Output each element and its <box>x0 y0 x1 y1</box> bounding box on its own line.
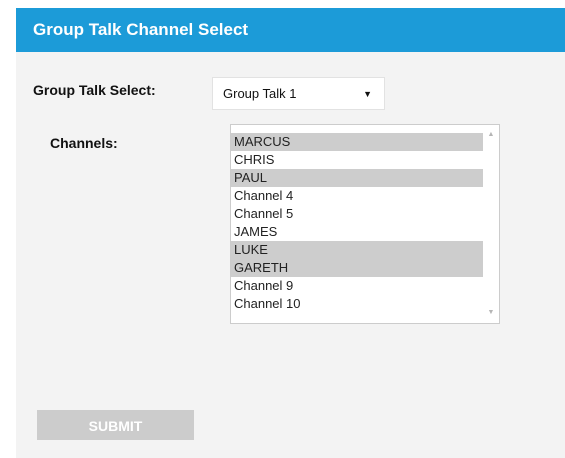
channel-option[interactable]: Channel 9 <box>231 277 484 295</box>
channel-option[interactable]: LUKE <box>231 241 484 259</box>
channel-option[interactable]: CHRIS <box>231 151 484 169</box>
scroll-up-arrow-icon[interactable]: ▲ <box>483 127 499 143</box>
channels-scrollbar[interactable]: ▲ ▼ <box>483 125 499 323</box>
group-talk-select-value: Group Talk 1 <box>223 86 297 101</box>
channel-option[interactable]: JAMES <box>231 223 484 241</box>
channels-list: MARCUS CHRIS PAUL Channel 4 Channel 5 JAMES LU… <box>231 133 484 313</box>
channel-option[interactable]: GARETH <box>231 259 484 277</box>
scroll-down-arrow-icon[interactable]: ▼ <box>483 305 499 321</box>
panel-title: Group Talk Channel Select <box>16 8 565 52</box>
group-talk-select-label: Group Talk Select: <box>33 82 156 98</box>
channel-option[interactable]: Channel 10 <box>231 295 484 313</box>
channel-option[interactable]: PAUL <box>231 169 484 187</box>
channel-option[interactable]: Channel 5 <box>231 205 484 223</box>
group-talk-channel-select-panel: Group Talk Channel Select Group Talk Sel… <box>16 8 565 458</box>
channel-option[interactable]: Channel 4 <box>231 187 484 205</box>
channel-option[interactable]: MARCUS <box>231 133 484 151</box>
submit-button[interactable]: SUBMIT <box>37 410 194 440</box>
group-talk-select-dropdown[interactable]: Group Talk 1 ▼ <box>212 77 385 110</box>
channels-label: Channels: <box>50 135 118 151</box>
channels-listbox[interactable]: MARCUS CHRIS PAUL Channel 4 Channel 5 JAMES LU… <box>230 124 500 324</box>
dropdown-arrow-icon: ▼ <box>363 89 372 99</box>
